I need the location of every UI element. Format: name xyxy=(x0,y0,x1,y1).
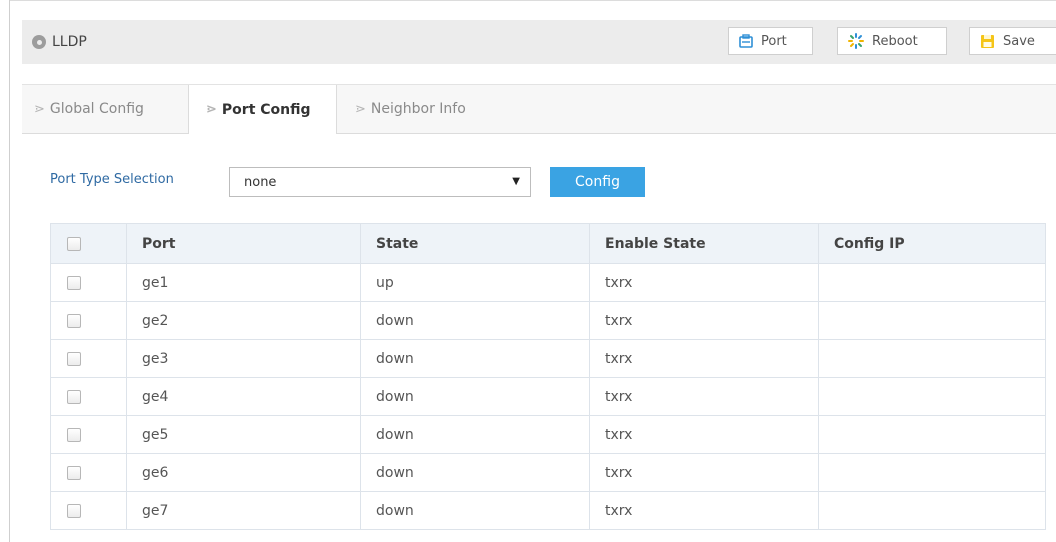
reboot-button[interactable]: Reboot xyxy=(837,27,947,55)
port-type-selected-value: none xyxy=(244,174,277,190)
cell-enable-state: txrx xyxy=(589,377,819,416)
tab-neighbor-info[interactable]: ⋗ Neighbor Info xyxy=(337,85,507,133)
cell-port: ge3 xyxy=(126,339,361,378)
cell-config-ip xyxy=(818,301,1046,340)
row-checkbox-cell xyxy=(50,453,127,492)
location-dot-icon xyxy=(32,35,46,49)
cell-port: ge1 xyxy=(126,263,361,302)
cell-config-ip xyxy=(818,415,1046,454)
row-checkbox-cell xyxy=(50,377,127,416)
cell-enable-state: txrx xyxy=(589,301,819,340)
config-button[interactable]: Config xyxy=(550,167,645,197)
cell-port: ge4 xyxy=(126,377,361,416)
cell-config-ip xyxy=(818,377,1046,416)
table-row[interactable]: ge1 up txrx xyxy=(50,263,1046,302)
cell-state: down xyxy=(360,415,590,454)
row-checkbox-cell xyxy=(50,263,127,302)
tab-global-config[interactable]: ⋗ Global Config xyxy=(22,85,188,133)
cell-config-ip xyxy=(818,491,1046,530)
frame-top-border xyxy=(9,0,1056,1)
cell-config-ip xyxy=(818,263,1046,302)
select-all-checkbox[interactable] xyxy=(67,236,81,251)
column-header-config-ip[interactable]: Config IP xyxy=(818,223,1046,264)
column-header-port[interactable]: Port xyxy=(126,223,361,264)
cell-config-ip xyxy=(818,453,1046,492)
tab-port-config[interactable]: ⋗ Port Config xyxy=(188,85,337,134)
cell-port: ge6 xyxy=(126,453,361,492)
cell-enable-state: txrx xyxy=(589,263,819,302)
row-checkbox-cell xyxy=(50,339,127,378)
page-title: LLDP xyxy=(32,34,87,50)
table-row[interactable]: ge6 down txrx xyxy=(50,453,1046,492)
table-row[interactable]: ge2 down txrx xyxy=(50,301,1046,340)
row-checkbox-cell xyxy=(50,301,127,340)
tab-neighbor-info-label: Neighbor Info xyxy=(370,101,466,117)
table-row[interactable]: ge4 down txrx xyxy=(50,377,1046,416)
cell-enable-state: txrx xyxy=(589,453,819,492)
port-type-select[interactable]: none ▼ xyxy=(229,167,531,197)
cell-state: down xyxy=(360,301,590,340)
cell-port: ge7 xyxy=(126,491,361,530)
cell-state: down xyxy=(360,339,590,378)
table-row[interactable]: ge3 down txrx xyxy=(50,339,1046,378)
row-checkbox[interactable] xyxy=(67,275,81,290)
cell-enable-state: txrx xyxy=(589,339,819,378)
tab-global-config-label: Global Config xyxy=(49,101,144,117)
cell-port: ge5 xyxy=(126,415,361,454)
frame-left-border xyxy=(9,0,10,542)
tab-bar: ⋗ Global Config ⋗ Port Config ⋗ Neighbor… xyxy=(22,84,1056,134)
reboot-button-label: Reboot xyxy=(872,33,918,49)
cell-enable-state: txrx xyxy=(589,415,819,454)
column-header-state[interactable]: State xyxy=(360,223,590,264)
cell-state: down xyxy=(360,377,590,416)
row-checkbox-cell xyxy=(50,491,127,530)
save-button[interactable]: Save xyxy=(969,27,1056,55)
save-icon xyxy=(980,34,995,49)
tab-port-config-label: Port Config xyxy=(221,101,311,118)
cell-port: ge2 xyxy=(126,301,361,340)
row-checkbox[interactable] xyxy=(67,503,81,518)
table-row[interactable]: ge5 down txrx xyxy=(50,415,1046,454)
table-row[interactable]: ge7 down txrx xyxy=(50,491,1046,530)
chevron-right-icon: ⋗ xyxy=(206,102,217,117)
port-table: Port State Enable State Config IP ge1 up t… xyxy=(50,223,1046,530)
table-header-row: Port State Enable State Config IP xyxy=(50,223,1046,264)
reboot-spinner-icon xyxy=(848,33,864,49)
cell-state: down xyxy=(360,453,590,492)
page-title-label: LLDP xyxy=(52,34,87,50)
chevron-right-icon: ⋗ xyxy=(355,101,366,117)
row-checkbox[interactable] xyxy=(67,427,81,442)
cell-state: down xyxy=(360,491,590,530)
cell-state: up xyxy=(360,263,590,302)
port-button-label: Port xyxy=(761,33,787,49)
save-button-label: Save xyxy=(1003,33,1035,49)
row-checkbox[interactable] xyxy=(67,313,81,328)
port-icon xyxy=(739,34,753,48)
triangle-down-icon: ▼ xyxy=(512,176,520,187)
cell-config-ip xyxy=(818,339,1046,378)
cell-enable-state: txrx xyxy=(589,491,819,530)
row-checkbox[interactable] xyxy=(67,465,81,480)
column-header-enable-state[interactable]: Enable State xyxy=(589,223,819,264)
chevron-right-icon: ⋗ xyxy=(34,101,45,117)
select-all-cell xyxy=(50,223,127,264)
row-checkbox[interactable] xyxy=(67,389,81,404)
port-button[interactable]: Port xyxy=(728,27,813,55)
row-checkbox[interactable] xyxy=(67,351,81,366)
row-checkbox-cell xyxy=(50,415,127,454)
panel-header: LLDP Port Reboot Save xyxy=(22,20,1056,64)
port-type-label: Port Type Selection xyxy=(50,172,174,187)
